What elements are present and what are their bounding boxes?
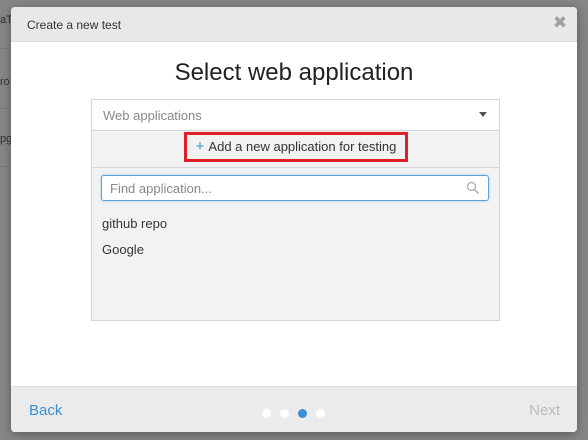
list-item[interactable]: github repo (102, 216, 167, 231)
page-title: Select web application (174, 59, 414, 86)
step-dot-active (298, 409, 307, 418)
close-icon[interactable]: ✖ (552, 14, 568, 31)
search-icon (466, 181, 479, 194)
add-application-button[interactable]: + Add a new application for testing (184, 132, 408, 162)
next-button: Next (529, 402, 560, 419)
web-applications-dropdown[interactable]: Web applications (92, 100, 499, 131)
background-text-fragment: ro (0, 76, 10, 88)
modal-header: Create a new test ✖ (11, 7, 577, 42)
background-divider (0, 48, 10, 49)
step-dot (316, 409, 325, 418)
plus-icon: + (195, 138, 205, 155)
background-divider (0, 166, 10, 167)
step-indicator (262, 405, 334, 418)
create-test-modal: Create a new test ✖ Select web applicati… (11, 7, 577, 432)
modal-title: Create a new test (27, 18, 122, 32)
chevron-down-icon (479, 112, 487, 117)
modal-footer: Back Next (11, 386, 577, 432)
list-item[interactable]: Google (102, 242, 144, 257)
add-application-row: + Add a new application for testing (92, 131, 499, 168)
background-divider (0, 108, 10, 109)
step-dot (280, 409, 289, 418)
application-picker: Web applications + Add a new application … (91, 99, 500, 321)
search-input[interactable] (110, 176, 450, 200)
search-field (101, 175, 489, 201)
step-dot (262, 409, 271, 418)
add-application-label: Add a new application for testing (208, 139, 397, 154)
dropdown-value: Web applications (103, 108, 202, 123)
back-button[interactable]: Back (29, 402, 62, 419)
